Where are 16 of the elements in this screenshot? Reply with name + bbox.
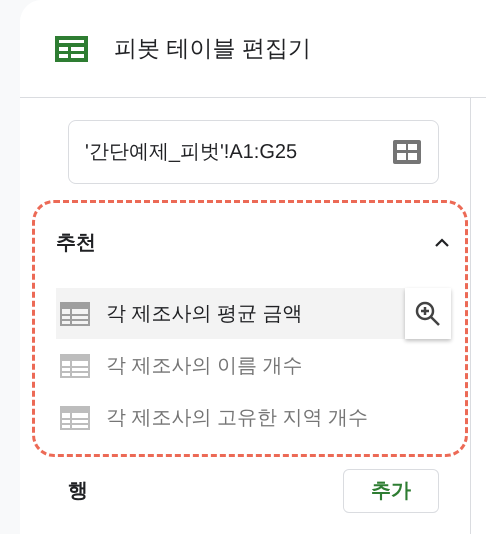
add-button[interactable]: 추가 <box>343 469 439 513</box>
zoom-in-icon[interactable] <box>414 300 442 328</box>
table-icon <box>60 406 90 430</box>
zoom-in-button[interactable] <box>405 288 451 339</box>
section-title: 추천 <box>56 231 96 256</box>
suggestion-item[interactable]: 각 제조사의 이름 개수 <box>56 340 405 391</box>
rows-label: 행 <box>68 479 88 504</box>
suggestion-item[interactable]: 각 제조사의 평균 금액 <box>56 288 405 339</box>
range-field[interactable]: '간단예제_피벗'!A1:G25 <box>68 120 439 184</box>
suggestion-item[interactable]: 각 제조사의 고유한 지역 개수 <box>56 392 405 443</box>
panel-title: 피봇 테이블 편집기 <box>114 34 311 64</box>
table-icon <box>60 354 90 378</box>
grid-icon[interactable] <box>392 139 422 165</box>
chevron-icon[interactable] <box>434 238 450 248</box>
spreadsheet-icon <box>55 36 88 62</box>
table-icon <box>60 302 90 326</box>
